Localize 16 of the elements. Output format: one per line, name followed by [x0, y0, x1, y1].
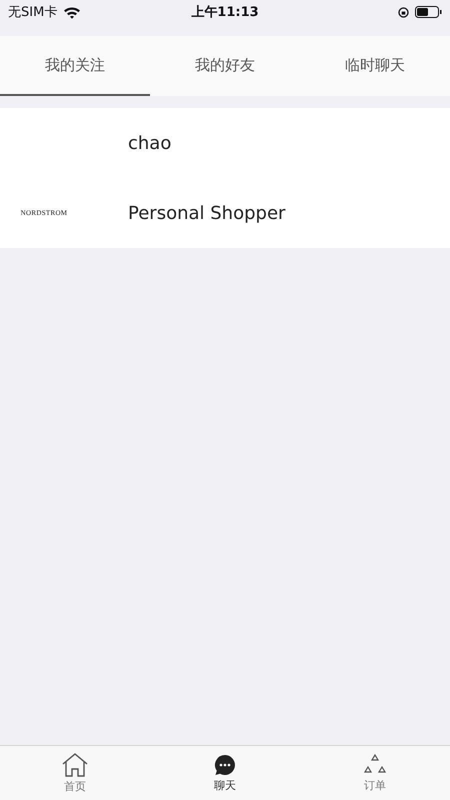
home-icon: [62, 752, 88, 776]
clock-text: 上午11:13: [191, 4, 259, 21]
battery-icon: [415, 6, 442, 18]
contact-name[interactable]: Personal Shopper: [128, 202, 286, 224]
tab[interactable]: 我的关注: [0, 36, 150, 96]
tab-bar-item[interactable]: 首页: [0, 746, 150, 800]
triangles-icon: [363, 754, 387, 776]
chat-bubble-icon: [214, 754, 236, 776]
rotation-lock-icon: [398, 6, 409, 18]
contact-name[interactable]: chao: [128, 132, 172, 154]
tab[interactable]: 我的好友: [150, 36, 300, 96]
wifi-icon: [63, 6, 82, 18]
tab[interactable]: 临时聊天: [300, 36, 450, 96]
tab-bar-item[interactable]: 订单: [300, 746, 450, 800]
carrier-text: 无SIM卡: [8, 4, 58, 21]
tab-bar-item[interactable]: 聊天: [150, 746, 300, 800]
